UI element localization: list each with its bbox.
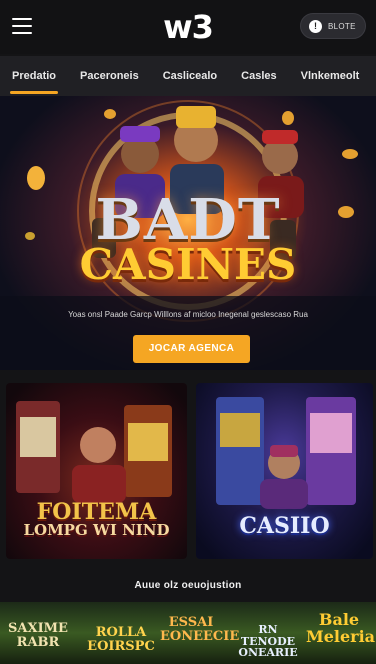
account-button-label: BLOTE [328,21,356,31]
tab-casles[interactable]: Casles [229,56,288,96]
hero-tagline: Yoas onsl Paade Garcp Willlons af micloo… [68,310,308,319]
game-card-1[interactable]: FOITEMA LOMPG WI NIND [6,383,187,559]
promo-item-1[interactable]: SAXIME RABR [8,622,68,649]
category-tabs: Predatio Paceroneis Caslicealo Casles Vl… [0,56,376,96]
hero-subtitle: CASINES [79,240,297,289]
promo-item-5[interactable]: Bale Meleria [306,611,375,646]
game-card-2-title: CASIIO [239,513,330,539]
tab-caslicealo[interactable]: Caslicealo [151,56,229,96]
tab-vlnkemeolt[interactable]: Vlnkemeolt [289,56,372,96]
promo-item-4[interactable]: RN TENODE ONEARIE [232,624,304,659]
hero-banner: BADT CASINES Yoas onsl Paade Garcp Willl… [0,96,376,370]
account-button[interactable]: ! BLOTE [300,13,366,39]
game-card-2[interactable]: CASIIO [196,383,373,559]
promo-item-2[interactable]: ROLLA EOIRSPC [86,626,156,653]
promo-strip: SAXIME RABR ROLLA EOIRSPC ESSAI EONEECIE… [0,602,376,664]
play-now-button[interactable]: JOCAR AGENCA [133,335,250,363]
top-bar: w3 ! BLOTE [0,0,376,54]
game-cards: FOITEMA LOMPG WI NIND CASIIO [6,383,373,559]
promo-item-3[interactable]: ESSAI EONEECIE [160,616,239,643]
tab-paceroneis[interactable]: Paceroneis [68,56,151,96]
tab-predatio[interactable]: Predatio [0,56,68,96]
info-icon: ! [309,19,322,33]
section-title: Auue olz oeuojustion [134,580,242,591]
game-card-1-subtitle: LOMPG WI NIND [23,521,170,539]
